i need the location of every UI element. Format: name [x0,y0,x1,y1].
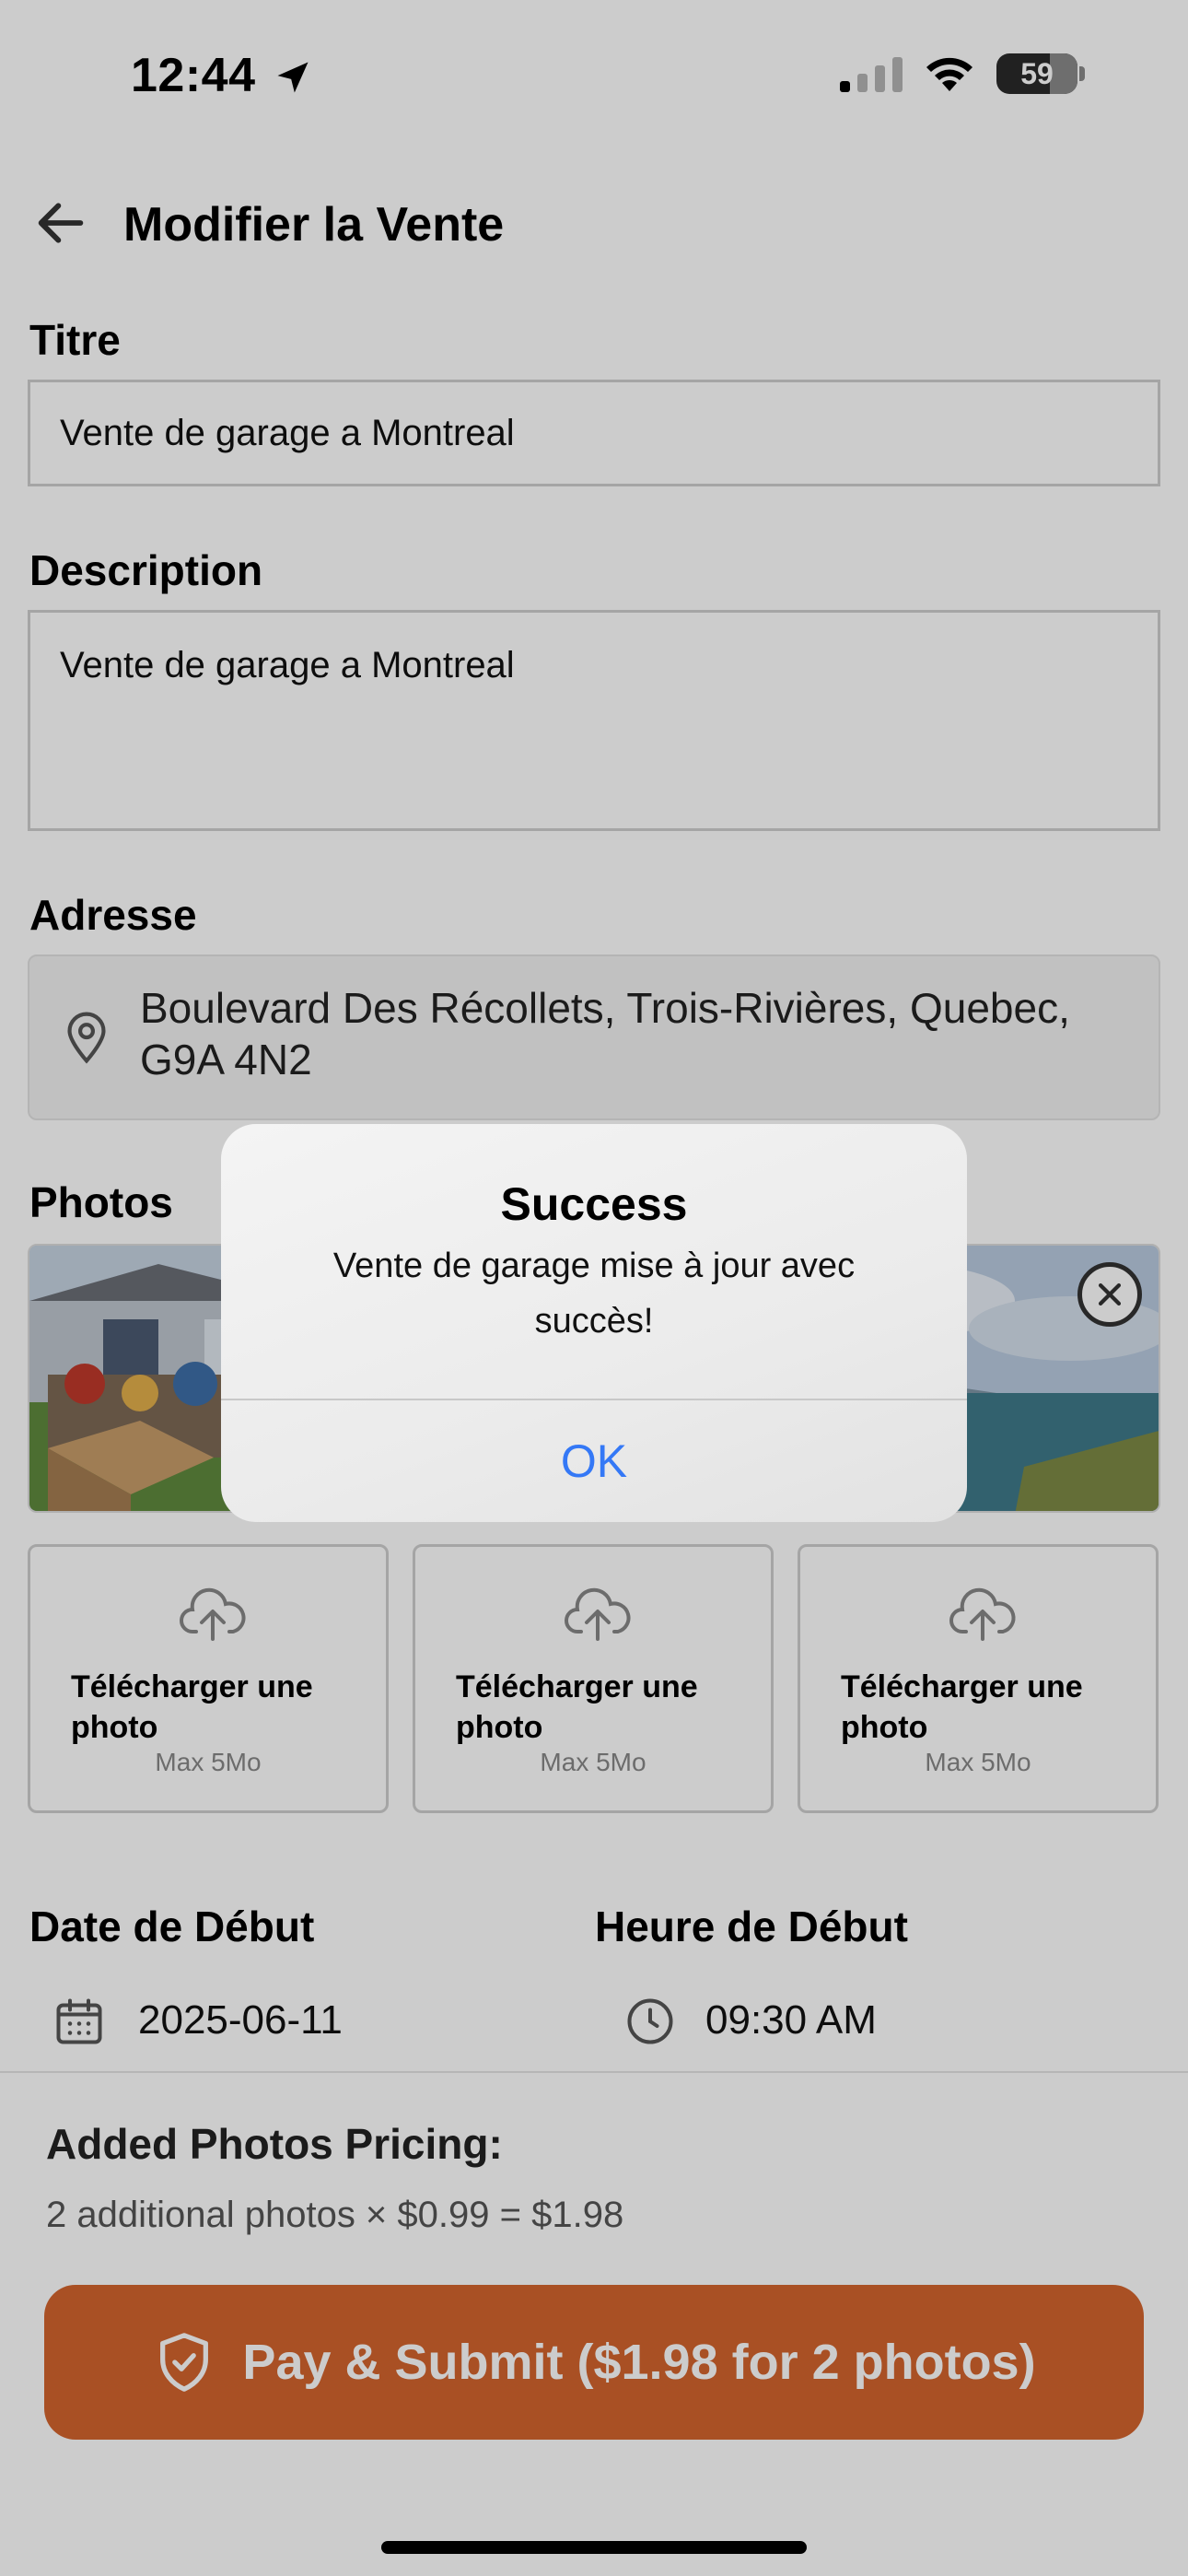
alert-message: Vente de garage mise à jour avec succès! [332,1247,856,1341]
success-alert-dialog: Success Vente de garage mise à jour avec… [221,1124,967,1522]
alert-ok-button[interactable]: OK [221,1400,967,1522]
alert-title: Success [500,1178,688,1230]
